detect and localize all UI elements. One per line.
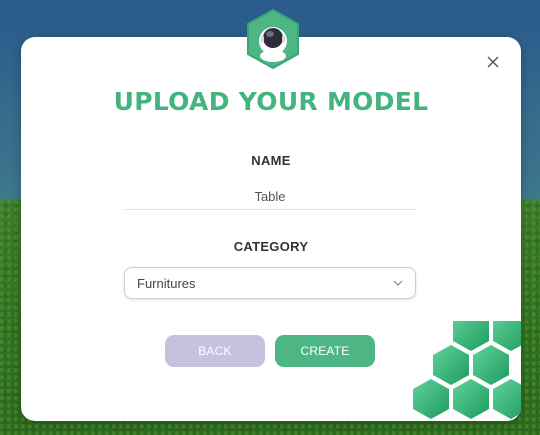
name-input[interactable] <box>124 183 416 210</box>
game-world-background: UPLOAD YOUR MODEL NAME CATEGORY Furnitur… <box>0 0 540 435</box>
category-label: CATEGORY <box>233 239 309 254</box>
create-button[interactable]: CREATE <box>275 335 375 367</box>
chevron-down-icon <box>393 280 403 286</box>
back-button[interactable]: BACK <box>165 335 265 367</box>
astronaut-icon <box>244 8 302 70</box>
hexagon-pattern-icon <box>411 311 521 421</box>
close-button[interactable] <box>485 54 501 70</box>
category-selected-value: Furnitures <box>137 276 196 291</box>
upload-model-dialog: UPLOAD YOUR MODEL NAME CATEGORY Furnitur… <box>21 37 521 421</box>
name-label: NAME <box>251 153 291 168</box>
close-icon <box>487 56 499 68</box>
category-select[interactable]: Furnitures <box>124 267 416 299</box>
dialog-title: UPLOAD YOUR MODEL <box>113 87 429 116</box>
